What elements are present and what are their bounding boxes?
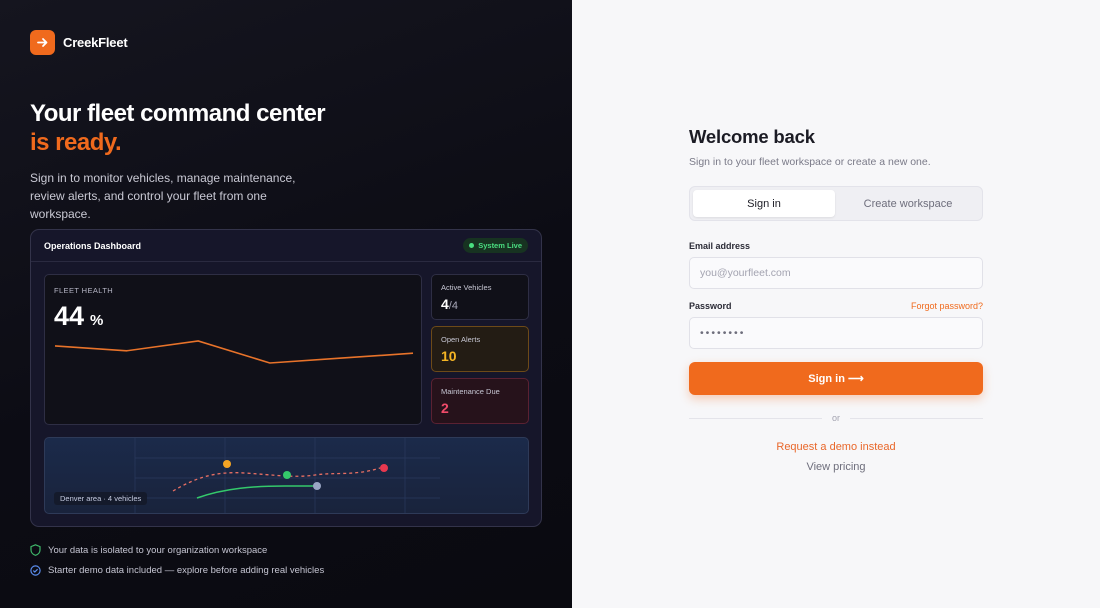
status-badge: System Live bbox=[463, 238, 528, 253]
vehicle-marker bbox=[223, 460, 231, 468]
auth-tabs: Sign in Create workspace bbox=[689, 186, 983, 221]
page-title: Welcome back bbox=[689, 126, 815, 147]
maintenance-due-card: Maintenance Due 2 bbox=[431, 378, 529, 424]
hero: Your fleet command center is ready. Sign… bbox=[30, 99, 542, 223]
hero-title-accent: is ready. bbox=[30, 129, 122, 156]
password-row: Password Forgot password? bbox=[689, 301, 983, 311]
route-solid bbox=[196, 485, 317, 499]
fleet-map: Denver area · 4 vehicles bbox=[44, 437, 529, 514]
status-text: System Live bbox=[478, 241, 522, 250]
open-alerts-value: 10 bbox=[441, 348, 457, 364]
fleet-health-label: FLEET HEALTH bbox=[54, 286, 114, 295]
tab-create-workspace[interactable]: Create workspace bbox=[837, 190, 979, 217]
fleet-health-value: 44% bbox=[54, 301, 103, 332]
fleet-health-unit: % bbox=[90, 312, 104, 329]
active-vehicles-total: /4 bbox=[448, 300, 458, 312]
fleet-health-sparkline bbox=[54, 340, 414, 364]
vehicle-marker bbox=[380, 464, 388, 472]
open-alerts-card: Open Alerts 10 bbox=[431, 326, 529, 372]
fleet-health-card: FLEET HEALTH 44% bbox=[44, 274, 422, 425]
view-pricing-link[interactable]: View pricing bbox=[689, 461, 983, 473]
password-label: Password bbox=[689, 301, 732, 311]
dashboard-preview: Operations Dashboard System Live FLEET H… bbox=[30, 229, 542, 527]
auth-panel: Welcome back Sign in to your fleet works… bbox=[572, 0, 1100, 608]
marketing-panel: CreekFleet Your fleet command center is … bbox=[0, 0, 572, 608]
fleet-health-trend-line bbox=[54, 340, 414, 364]
dashboard-header: Operations Dashboard System Live bbox=[31, 230, 541, 262]
hero-title: Your fleet command center bbox=[30, 100, 326, 127]
route-dashed bbox=[172, 467, 381, 492]
status-dot-icon bbox=[469, 243, 475, 248]
email-field[interactable] bbox=[689, 257, 983, 289]
active-vehicles-card: Active Vehicles 4/4 bbox=[431, 274, 529, 320]
email-label: Email address bbox=[689, 241, 751, 251]
fleet-health-number: 44 bbox=[54, 301, 85, 331]
feature-notes: Your data is isolated to your organizati… bbox=[30, 544, 324, 585]
note-text: Starter demo data included — explore bef… bbox=[48, 565, 325, 576]
divider-text: or bbox=[832, 413, 841, 423]
active-vehicles-label: Active Vehicles bbox=[441, 283, 492, 292]
vehicle-marker bbox=[313, 482, 321, 490]
divider-line bbox=[689, 417, 822, 419]
active-vehicles-count: 4 bbox=[441, 296, 449, 312]
open-alerts-label: Open Alerts bbox=[441, 335, 481, 344]
vehicle-marker bbox=[283, 471, 291, 479]
divider-line bbox=[850, 417, 984, 419]
note-item: Starter demo data included — explore bef… bbox=[30, 565, 324, 576]
divider: or bbox=[689, 413, 984, 423]
check-circle-icon bbox=[30, 565, 41, 576]
forgot-password-link[interactable]: Forgot password? bbox=[911, 301, 983, 311]
map-label: Denver area · 4 vehicles bbox=[54, 492, 148, 505]
active-vehicles-value: 4/4 bbox=[441, 296, 519, 312]
arrow-right-icon bbox=[30, 30, 55, 55]
maintenance-due-label: Maintenance Due bbox=[441, 387, 500, 396]
brand: CreekFleet bbox=[30, 30, 542, 55]
dashboard-title: Operations Dashboard bbox=[44, 240, 142, 251]
page-subtitle: Sign in to your fleet workspace or creat… bbox=[689, 156, 931, 168]
shield-check-icon bbox=[30, 544, 41, 556]
request-demo-link[interactable]: Request a demo instead bbox=[689, 441, 983, 453]
sign-in-button[interactable]: Sign in ⟶ bbox=[689, 362, 983, 395]
password-field[interactable] bbox=[689, 317, 983, 349]
hero-subtitle: Sign in to monitor vehicles, manage main… bbox=[30, 171, 296, 221]
note-text: Your data is isolated to your organizati… bbox=[48, 544, 268, 556]
brand-name: CreekFleet bbox=[63, 35, 128, 50]
tab-sign-in[interactable]: Sign in bbox=[693, 190, 835, 217]
sign-in-form: Welcome back Sign in to your fleet works… bbox=[689, 126, 984, 473]
note-item: Your data is isolated to your organizati… bbox=[30, 544, 324, 556]
maintenance-due-value: 2 bbox=[441, 400, 449, 416]
